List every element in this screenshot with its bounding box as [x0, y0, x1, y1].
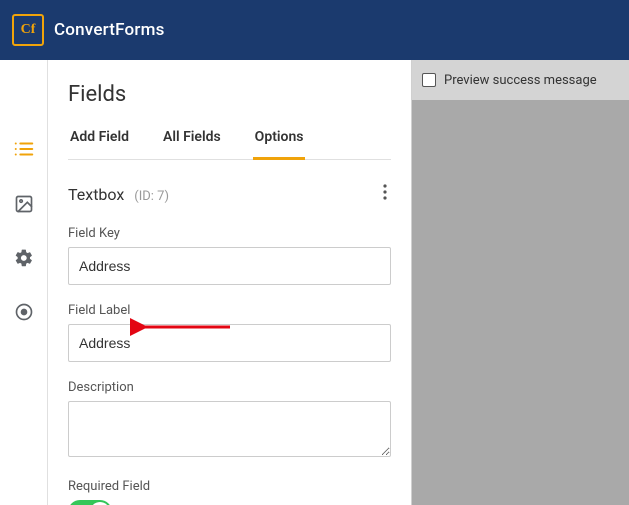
gear-icon[interactable] [14, 248, 34, 272]
section-title: Textbox [68, 185, 124, 204]
app-logo: Cf [12, 14, 44, 46]
field-label-label: Field Label [68, 303, 391, 318]
section-id: (ID: 7) [134, 189, 169, 204]
tab-all-fields[interactable]: All Fields [161, 129, 223, 159]
main-panel: Fields Add Field All Fields Options Text… [47, 60, 412, 505]
field-label-input[interactable] [68, 324, 391, 362]
image-icon[interactable] [14, 194, 34, 218]
tab-add-field[interactable]: Add Field [68, 129, 131, 159]
page-title: Fields [68, 82, 391, 107]
logo-short: Cf [21, 22, 36, 38]
field-key-input[interactable] [68, 247, 391, 285]
preview-success-label: Preview success message [444, 73, 597, 88]
tab-options[interactable]: Options [253, 129, 306, 160]
list-icon[interactable] [13, 138, 35, 164]
required-label: Required Field [68, 479, 391, 494]
more-icon[interactable] [379, 180, 391, 208]
preview-pane: Preview success message [412, 60, 629, 505]
target-icon[interactable] [14, 302, 34, 326]
sidebar [0, 60, 47, 505]
section-header: Textbox (ID: 7) [68, 180, 391, 208]
required-toggle[interactable] [68, 500, 112, 505]
description-label: Description [68, 380, 391, 395]
preview-success-checkbox[interactable] [422, 73, 436, 87]
tabs: Add Field All Fields Options [68, 129, 391, 160]
field-key-label: Field Key [68, 226, 391, 241]
top-bar: Cf ConvertForms [0, 0, 629, 60]
app-name: ConvertForms [54, 20, 165, 40]
description-input[interactable] [68, 401, 391, 457]
preview-bar: Preview success message [412, 60, 629, 100]
